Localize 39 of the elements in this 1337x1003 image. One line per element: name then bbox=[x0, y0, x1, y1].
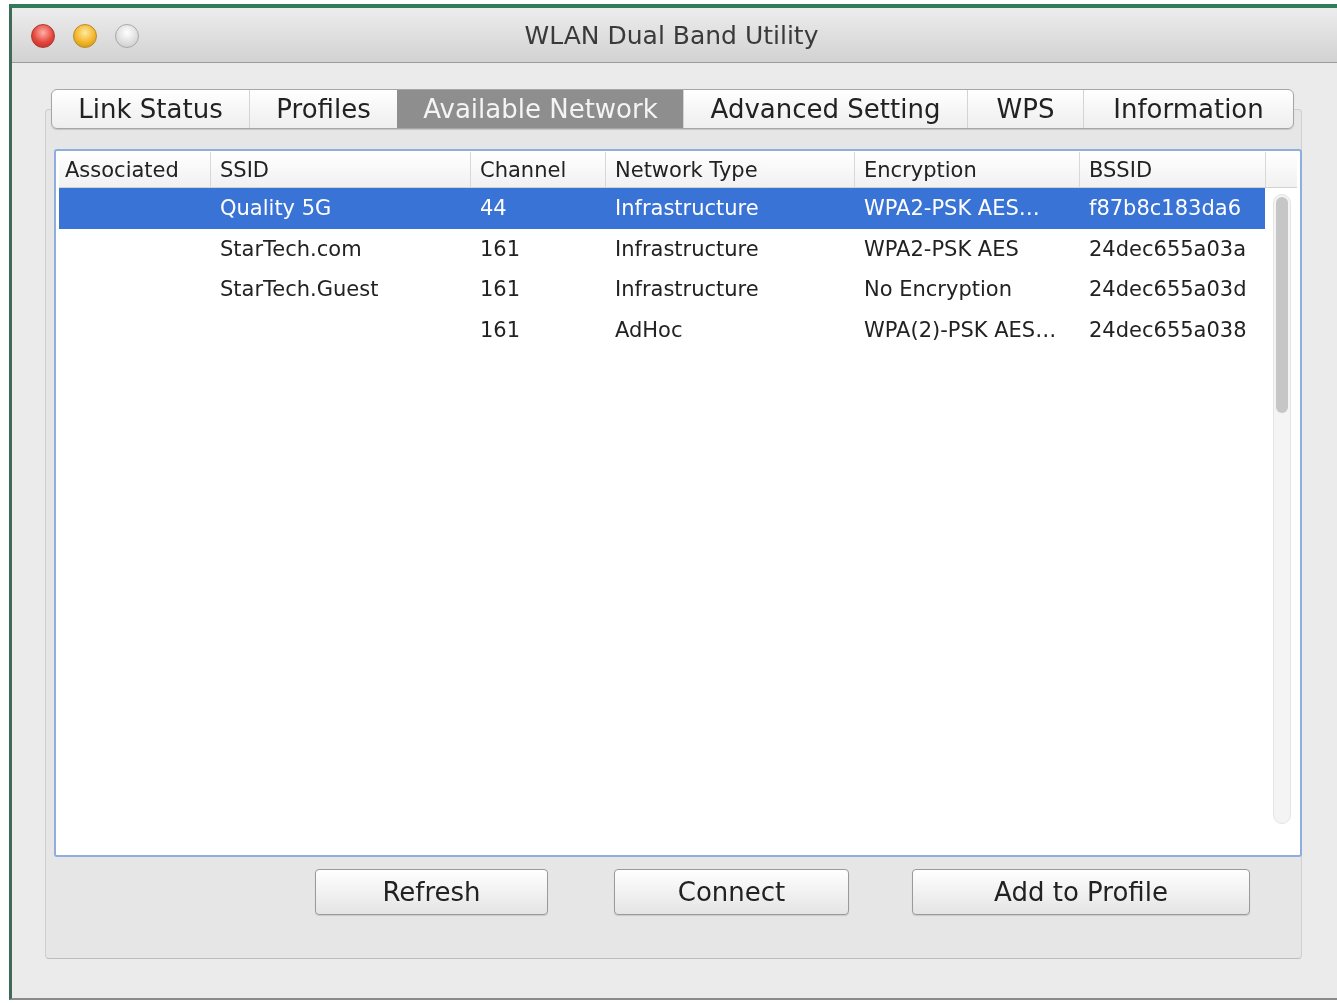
column-header[interactable]: BSSID bbox=[1089, 157, 1153, 182]
table-cell: No Encryption bbox=[864, 277, 1012, 302]
table-row[interactable]: StarTech.Guest 161 Infrastructure No Encryption 24dec655a03d bbox=[59, 269, 1265, 310]
table-row[interactable]: StarTech.com 161 Infrastructure WPA2-PSK AES 24dec655a03a bbox=[59, 228, 1265, 269]
table-cell: Infrastructure bbox=[615, 277, 759, 302]
column-header[interactable]: Associated bbox=[65, 157, 179, 182]
minimize-icon[interactable] bbox=[73, 24, 97, 48]
table-cell: 161 bbox=[480, 317, 521, 342]
table-cell: StarTech.com bbox=[220, 236, 362, 261]
table-cell: 24dec655a03a bbox=[1089, 236, 1247, 261]
column-header[interactable]: Network Type bbox=[615, 157, 758, 182]
table-cell: Infrastructure bbox=[615, 196, 759, 221]
action-button[interactable]: Connect bbox=[614, 869, 849, 915]
table-cell: WPA2-PSK AES bbox=[864, 236, 1019, 261]
tab[interactable]: Advanced Setting bbox=[683, 90, 967, 128]
tab[interactable]: Link Status bbox=[52, 90, 249, 128]
table-row[interactable]: 161 AdHoc WPA(2)-PSK AES… 24dec655a038 bbox=[59, 309, 1265, 350]
table-cell: WPA(2)-PSK AES… bbox=[864, 317, 1057, 342]
column-header[interactable]: SSID bbox=[220, 157, 270, 182]
table-cell: 24dec655a03d bbox=[1089, 277, 1247, 302]
window-title: WLAN Dual Band Utility bbox=[524, 20, 819, 50]
column-header[interactable]: Channel bbox=[480, 157, 567, 182]
table-cell: AdHoc bbox=[615, 317, 683, 342]
action-button[interactable]: Refresh bbox=[315, 869, 548, 915]
tab[interactable]: WPS bbox=[967, 90, 1083, 128]
table-cell: WPA2-PSK AES… bbox=[864, 196, 1040, 221]
close-icon[interactable] bbox=[31, 24, 55, 48]
table-cell: 24dec655a038 bbox=[1089, 317, 1247, 342]
table-cell: 161 bbox=[480, 277, 521, 302]
table-cell: StarTech.Guest bbox=[220, 277, 379, 302]
table-cell: Quality 5G bbox=[220, 196, 332, 221]
table-cell: f87b8c183da6 bbox=[1089, 196, 1241, 221]
scrollbar-thumb[interactable] bbox=[1276, 197, 1288, 413]
action-button[interactable]: Add to Profile bbox=[912, 869, 1250, 915]
column-header[interactable]: Encryption bbox=[864, 157, 977, 182]
table-cell: Infrastructure bbox=[615, 236, 759, 261]
table-row[interactable]: Quality 5G 44 Infrastructure WPA2-PSK AES… f87b8c183da6 bbox=[59, 188, 1265, 229]
table-cell: 161 bbox=[480, 236, 521, 261]
table-cell: 44 bbox=[480, 196, 507, 221]
